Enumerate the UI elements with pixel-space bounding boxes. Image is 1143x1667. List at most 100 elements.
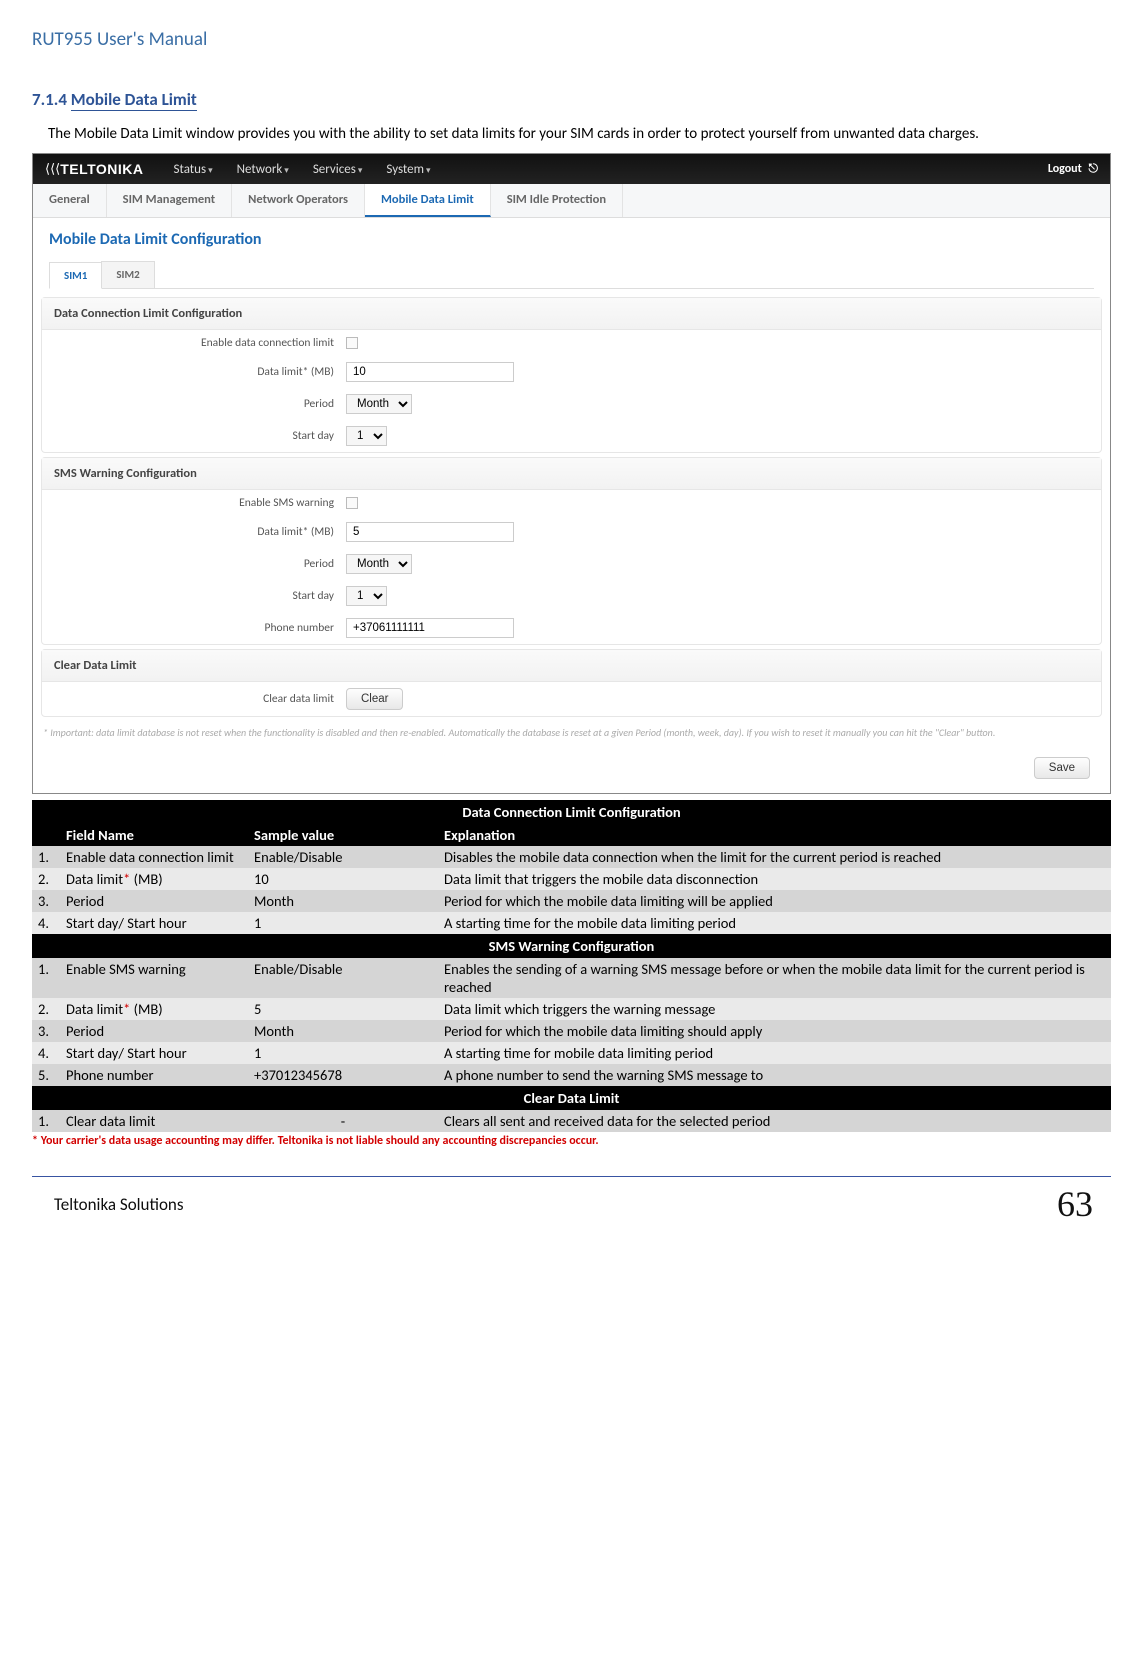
row-sample: Enable/Disable [248, 958, 438, 998]
table-section-sms: SMS Warning Configuration [32, 934, 1111, 958]
row-explain: Disables the mobile data connection when… [438, 846, 1111, 868]
select-sms-start-day[interactable]: 1 [346, 586, 387, 606]
ui-screenshot: ⟨⟨⟨ TELTONIKA Status Network Services Sy… [32, 153, 1111, 794]
select-dcl-start-day[interactable]: 1 [346, 426, 387, 446]
brand-logo-icon: ⟨⟨⟨ [45, 162, 60, 177]
table-section-dcl: Data Connection Limit Configuration [32, 800, 1111, 824]
row-num: 5. [32, 1064, 60, 1086]
section-heading: 7.1.4 Mobile Data Limit [32, 89, 1111, 111]
label-enable-data-limit: Enable data connection limit [54, 336, 346, 350]
section-title: Mobile Data Limit [71, 89, 197, 111]
checkbox-enable-sms-warning[interactable] [346, 497, 358, 509]
select-dcl-period[interactable]: Month [346, 394, 412, 414]
label-sms-data-limit: Data limit* (MB) [54, 525, 346, 539]
row-sample: +37012345678 [248, 1064, 438, 1086]
th-sample-value: Sample value [248, 824, 438, 846]
row-sample: 1 [248, 1042, 438, 1064]
main-nav: Status Network Services System [174, 162, 1048, 177]
nav-network[interactable]: Network [237, 162, 289, 177]
label-dcl-data-limit: Data limit* (MB) [54, 365, 346, 379]
tab-mobile-data-limit[interactable]: Mobile Data Limit [365, 184, 491, 217]
row-sample: - [248, 1110, 438, 1132]
row-sample: 10 [248, 868, 438, 890]
save-button[interactable]: Save [1034, 757, 1090, 779]
label-sms-phone-number: Phone number [54, 621, 346, 635]
table-section-clear: Clear Data Limit [32, 1086, 1111, 1110]
save-bar: Save [33, 749, 1110, 793]
row-explain: A starting time for the mobile data limi… [438, 912, 1111, 934]
row-field: Start day/ Start hour [60, 912, 248, 934]
select-sms-period[interactable]: Month [346, 554, 412, 574]
doc-header: RUT955 User's Manual [32, 28, 1111, 51]
logout-label: Logout [1048, 162, 1082, 176]
label-enable-sms-warning: Enable SMS warning [54, 496, 346, 510]
input-sms-phone-number[interactable] [346, 618, 514, 638]
nav-services[interactable]: Services [313, 162, 363, 177]
row-num: 1. [32, 846, 60, 868]
row-sample: 5 [248, 998, 438, 1020]
row-sample: 1 [248, 912, 438, 934]
row-field: Data limit* (MB) [60, 868, 248, 890]
row-num: 1. [32, 1110, 60, 1132]
topbar: ⟨⟨⟨ TELTONIKA Status Network Services Sy… [33, 154, 1110, 184]
row-explain: Period for which the mobile data limitin… [438, 1020, 1111, 1042]
clear-button[interactable]: Clear [346, 688, 403, 710]
th-field-name: Field Name [60, 824, 248, 846]
row-num: 2. [32, 868, 60, 890]
row-field: Start day/ Start hour [60, 1042, 248, 1064]
label-clear-data-limit: Clear data limit [54, 692, 346, 706]
row-field: Data limit* (MB) [60, 998, 248, 1020]
row-num: 4. [32, 912, 60, 934]
row-explain: Period for which the mobile data limitin… [438, 890, 1111, 912]
row-num: 1. [32, 958, 60, 998]
row-field: Period [60, 890, 248, 912]
row-sample: Month [248, 890, 438, 912]
important-note: * Important: data limit database is not … [33, 721, 1110, 749]
label-sms-period: Period [54, 557, 346, 571]
label-dcl-period: Period [54, 397, 346, 411]
footer-company: Teltonika Solutions [54, 1194, 184, 1215]
checkbox-enable-data-limit[interactable] [346, 337, 358, 349]
tab-general[interactable]: General [33, 184, 107, 217]
row-explain: Enables the sending of a warning SMS mes… [438, 958, 1111, 998]
row-sample: Enable/Disable [248, 846, 438, 868]
row-num: 2. [32, 998, 60, 1020]
row-explain: Data limit that triggers the mobile data… [438, 868, 1111, 890]
sub-nav-tabs: General SIM Management Network Operators… [33, 184, 1110, 218]
label-sms-start-day: Start day [54, 589, 346, 603]
tab-sim-management[interactable]: SIM Management [107, 184, 232, 217]
row-field: Enable SMS warning [60, 958, 248, 998]
nav-system[interactable]: System [386, 162, 430, 177]
logout-icon: ⎋ [1089, 162, 1099, 176]
tab-sim1[interactable]: SIM1 [49, 262, 102, 289]
label-dcl-start-day: Start day [54, 429, 346, 443]
row-field: Period [60, 1020, 248, 1042]
row-explain: Clears all sent and received data for th… [438, 1110, 1111, 1132]
row-field: Enable data connection limit [60, 846, 248, 868]
sim-tabs: SIM1 SIM2 [49, 261, 1094, 289]
intro-paragraph: The Mobile Data Limit window provides yo… [18, 125, 1111, 143]
row-num: 4. [32, 1042, 60, 1064]
section-number: 7.1.4 [32, 89, 71, 110]
row-explain: A starting time for mobile data limiting… [438, 1042, 1111, 1064]
tab-sim-idle-protection[interactable]: SIM Idle Protection [491, 184, 623, 217]
logout-link[interactable]: Logout ⎋ [1048, 162, 1098, 176]
tab-sim2[interactable]: SIM2 [101, 261, 154, 288]
row-field: Phone number [60, 1064, 248, 1086]
row-explain: A phone number to send the warning SMS m… [438, 1064, 1111, 1086]
section-head-clear: Clear Data Limit [42, 650, 1101, 682]
input-sms-data-limit[interactable] [346, 522, 514, 542]
nav-status[interactable]: Status [174, 162, 213, 177]
section-head-dcl: Data Connection Limit Configuration [42, 298, 1101, 330]
th-explanation: Explanation [438, 824, 1111, 846]
tab-network-operators[interactable]: Network Operators [232, 184, 365, 217]
row-num: 3. [32, 1020, 60, 1042]
section-sms-warning: SMS Warning Configuration Enable SMS war… [41, 457, 1102, 645]
section-head-sms: SMS Warning Configuration [42, 458, 1101, 490]
footer-page-number: 63 [1057, 1183, 1093, 1225]
input-dcl-data-limit[interactable] [346, 362, 514, 382]
row-sample: Month [248, 1020, 438, 1042]
row-num: 3. [32, 890, 60, 912]
disclaimer: * Your carrier's data usage accounting m… [32, 1134, 1111, 1148]
config-explanation-table: Data Connection Limit Configuration Fiel… [32, 800, 1111, 1132]
